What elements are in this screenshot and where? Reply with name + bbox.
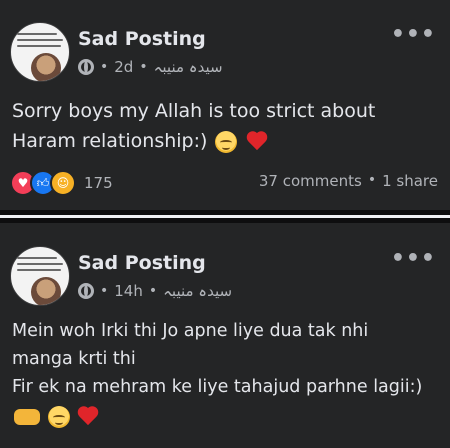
globe-icon — [78, 59, 94, 75]
post-text-line: Fir ek na mehram ke liye tahajud parhne … — [12, 377, 423, 397]
post-meta: • 14h • سیدہ منیبہ — [78, 282, 232, 300]
reaction-summary[interactable]: ♥ 👍︎ ☺ 175 — [10, 170, 113, 196]
post-time[interactable]: 14h — [114, 282, 143, 300]
relieved-face-icon — [47, 406, 70, 428]
red-heart-icon — [246, 132, 268, 152]
post-card: Sad Posting • 14h • سیدہ منیبہ ••• Mein … — [0, 223, 450, 448]
page-name[interactable]: Sad Posting — [78, 252, 206, 274]
care-reaction-icon: ☺ — [50, 170, 76, 196]
post-card: Sad Posting • 2d • سیدہ منیبہ ••• Sorry … — [0, 0, 450, 210]
page-name[interactable]: Sad Posting — [78, 28, 206, 50]
post-author[interactable]: سیدہ منیبہ — [163, 282, 232, 300]
post-stats: 37 comments • 1 share — [258, 172, 438, 190]
more-options-icon[interactable]: ••• — [391, 22, 436, 47]
page-avatar[interactable] — [10, 246, 70, 306]
red-heart-icon — [77, 407, 99, 427]
shares-count[interactable]: 1 share — [382, 172, 438, 190]
post-text: Sorry boys my Allah is too strict about … — [12, 100, 376, 153]
post-text: Mein woh Irki thi Jo apne liye dua tak n… — [12, 317, 438, 431]
comments-count[interactable]: 37 comments — [259, 172, 362, 190]
post-text-line: manga krti thi — [12, 349, 136, 369]
post-time[interactable]: 2d — [114, 58, 133, 76]
post-meta: • 2d • سیدہ منیبہ — [78, 58, 223, 76]
page-avatar[interactable] — [10, 22, 70, 82]
post-text-line: Mein woh Irki thi Jo apne liye dua tak n… — [12, 321, 369, 341]
post-divider — [0, 210, 450, 223]
reaction-count: 175 — [84, 174, 113, 192]
globe-icon — [78, 283, 94, 299]
more-options-icon[interactable]: ••• — [391, 246, 436, 271]
post-author[interactable]: سیدہ منیبہ — [154, 58, 223, 76]
relieved-face-icon — [215, 130, 238, 153]
handshake-icon — [14, 409, 40, 425]
